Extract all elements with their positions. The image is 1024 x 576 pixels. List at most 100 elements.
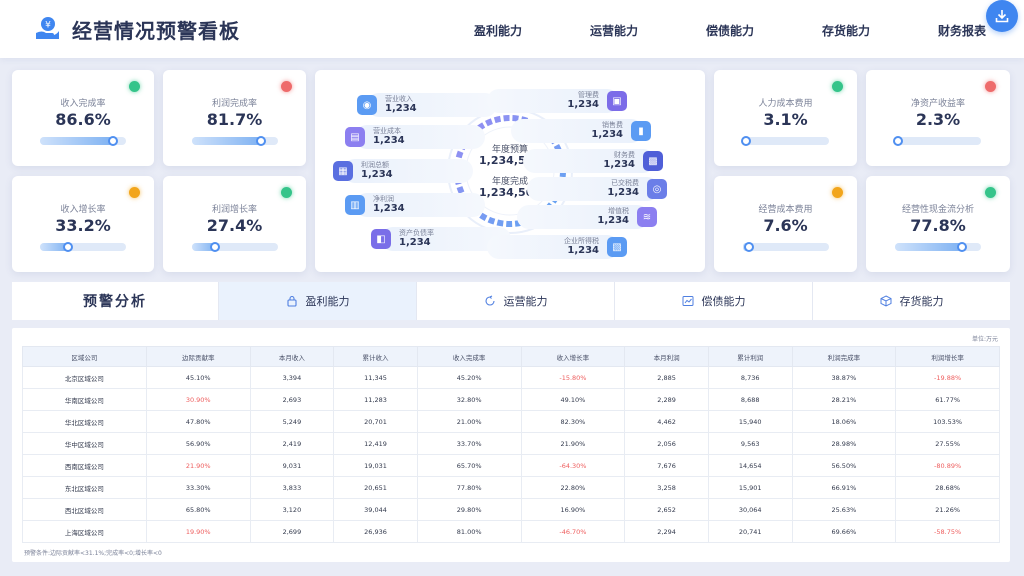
kpi-progress-knob xyxy=(744,242,754,252)
table-cell: 30,064 xyxy=(708,499,792,521)
kpi-label: 经营性现金流分析 xyxy=(866,202,1010,215)
kpi-card-labor-cost[interactable]: 人力成本费用 3.1% xyxy=(714,70,857,166)
kpi-progress-knob xyxy=(63,242,73,252)
kpi-progress-knob xyxy=(210,242,220,252)
kpi-progress-fill xyxy=(895,243,962,251)
center-item-right[interactable]: 管理费 1,234 ▣ xyxy=(487,86,637,116)
kpi-progress-bar xyxy=(743,137,829,145)
table-cell: -64.30% xyxy=(521,455,625,477)
table-cell: 12,419 xyxy=(334,433,418,455)
kpi-card-operating-cashflow[interactable]: 经营性现金流分析 77.8% xyxy=(866,176,1010,272)
table-cell: 30.90% xyxy=(146,389,250,411)
table-cell: 2,652 xyxy=(625,499,709,521)
center-item-right[interactable]: 销售费 1,234 ▮ xyxy=(511,116,661,146)
kpi-card-roe[interactable]: 净资产收益率 2.3% xyxy=(866,70,1010,166)
nav-inventory[interactable]: 存货能力 xyxy=(822,22,870,39)
table-row[interactable]: 东北区域公司33.30%3,83320,65177.80%22.80%3,258… xyxy=(23,477,1000,499)
center-item-right[interactable]: 已交税费 1,234 ◎ xyxy=(527,174,677,204)
table-cell: 上海区域公司 xyxy=(23,521,147,543)
tab-profitability[interactable]: 盈利能力 xyxy=(218,282,416,320)
table-cell: 西南区域公司 xyxy=(23,455,147,477)
kpi-card-income-completion[interactable]: 收入完成率 86.6% xyxy=(12,70,154,166)
center-item-right[interactable]: 财务费 1,234 ▩ xyxy=(523,146,673,176)
table-cell: 103.53% xyxy=(896,411,1000,433)
table-row[interactable]: 华北区域公司47.80%5,24920,70121.00%82.30%4,462… xyxy=(23,411,1000,433)
net-profit-icon: ▥ xyxy=(345,195,365,215)
table-row[interactable]: 西北区域公司65.80%3,12039,04429.80%16.90%2,652… xyxy=(23,499,1000,521)
column-header[interactable]: 利润完成率 xyxy=(792,347,896,367)
table-row[interactable]: 华中区域公司56.90%2,41912,41933.70%21.90%2,056… xyxy=(23,433,1000,455)
item-value: 1,234 xyxy=(567,245,599,256)
nav-operation[interactable]: 运营能力 xyxy=(590,22,638,39)
center-item-right[interactable]: 增值税 1,234 ≋ xyxy=(517,202,667,232)
column-header[interactable]: 利润增长率 xyxy=(896,347,1000,367)
kpi-label: 收入增长率 xyxy=(12,202,154,215)
column-header[interactable]: 收入增长率 xyxy=(521,347,625,367)
column-header[interactable]: 本月收入 xyxy=(250,347,334,367)
center-item-right[interactable]: 企业所得税 1,234 ▧ xyxy=(487,232,637,262)
table-cell: 20,701 xyxy=(334,411,418,433)
kpi-value: 81.7% xyxy=(163,110,306,129)
column-header[interactable]: 本月利润 xyxy=(625,347,709,367)
table-row[interactable]: 华南区域公司30.90%2,69311,28332.80%49.10%2,289… xyxy=(23,389,1000,411)
table-cell: 49.10% xyxy=(521,389,625,411)
table-cell: 3,833 xyxy=(250,477,334,499)
table-cell: 18.06% xyxy=(792,411,896,433)
tab-operation[interactable]: 运营能力 xyxy=(416,282,614,320)
status-indicator xyxy=(832,187,843,198)
item-value: 1,234 xyxy=(567,99,599,110)
column-header[interactable]: 累计收入 xyxy=(334,347,418,367)
item-value: 1,234 xyxy=(361,169,393,180)
kpi-card-profit-growth[interactable]: 利润增长率 27.4% xyxy=(163,176,306,272)
table-row[interactable]: 北京区域公司45.10%3,39411,34545.20%-15.80%2,88… xyxy=(23,367,1000,389)
app-title: 经营情况预警看板 xyxy=(72,15,240,44)
table-cell: 45.20% xyxy=(417,367,521,389)
kpi-value: 3.1% xyxy=(714,110,857,129)
kpi-label: 利润增长率 xyxy=(163,202,306,215)
center-item-left[interactable]: ◉ 营业收入 1,234 xyxy=(357,90,507,120)
download-button[interactable] xyxy=(986,0,1018,32)
center-item-left[interactable]: ▥ 净利润 1,234 xyxy=(345,190,495,220)
analysis-tab-bar: 预警分析 盈利能力 运营能力 偿债能力 存货能力 xyxy=(12,282,1010,320)
table-cell: 32.80% xyxy=(417,389,521,411)
nav-profitability[interactable]: 盈利能力 xyxy=(474,22,522,39)
kpi-label: 净资产收益率 xyxy=(866,96,1010,109)
table-cell: 北京区域公司 xyxy=(23,367,147,389)
chart-icon: ▮ xyxy=(631,121,651,141)
top-header: ¥ 经营情况预警看板 盈利能力 运营能力 偿债能力 存货能力 财务报表 xyxy=(0,0,1024,58)
nav-solvency[interactable]: 偿债能力 xyxy=(706,22,754,39)
table-cell: 28.68% xyxy=(896,477,1000,499)
table-cell: 东北区域公司 xyxy=(23,477,147,499)
table-cell: 82.30% xyxy=(521,411,625,433)
table-cell: 81.00% xyxy=(417,521,521,543)
table-cell: 56.90% xyxy=(146,433,250,455)
kpi-progress-bar xyxy=(895,243,981,251)
table-cell: 38.87% xyxy=(792,367,896,389)
table-cell: 14,654 xyxy=(708,455,792,477)
kpi-label: 人力成本费用 xyxy=(714,96,857,109)
status-indicator xyxy=(129,81,140,92)
table-cell: 2,885 xyxy=(625,367,709,389)
kpi-progress-bar xyxy=(192,137,278,145)
column-header[interactable]: 收入完成率 xyxy=(417,347,521,367)
table-cell: 29.80% xyxy=(417,499,521,521)
column-header[interactable]: 累计利润 xyxy=(708,347,792,367)
center-item-left[interactable]: ▦ 利润总额 1,234 xyxy=(333,156,483,186)
table-row[interactable]: 西南区域公司21.90%9,03119,03165.70%-64.30%7,67… xyxy=(23,455,1000,477)
kpi-card-profit-completion[interactable]: 利润完成率 81.7% xyxy=(163,70,306,166)
tab-inventory[interactable]: 存货能力 xyxy=(812,282,1010,320)
table-row[interactable]: 上海区域公司19.90%2,69926,93681.00%-46.70%2,29… xyxy=(23,521,1000,543)
tab-solvency[interactable]: 偿债能力 xyxy=(614,282,812,320)
column-header[interactable]: 边际贡献率 xyxy=(146,347,250,367)
kpi-value: 2.3% xyxy=(866,110,1010,129)
table-cell: 26,936 xyxy=(334,521,418,543)
nav-financial-report[interactable]: 财务报表 xyxy=(938,22,986,39)
table-cell: 11,283 xyxy=(334,389,418,411)
coins-icon: ◉ xyxy=(357,95,377,115)
kpi-card-operating-cost[interactable]: 经营成本费用 7.6% xyxy=(714,176,857,272)
column-header[interactable]: 区域公司 xyxy=(23,347,147,367)
center-item-left[interactable]: ▤ 营业成本 1,234 xyxy=(345,122,495,152)
table-cell: 8,688 xyxy=(708,389,792,411)
table-cell: 21.00% xyxy=(417,411,521,433)
kpi-card-income-growth[interactable]: 收入增长率 33.2% xyxy=(12,176,154,272)
